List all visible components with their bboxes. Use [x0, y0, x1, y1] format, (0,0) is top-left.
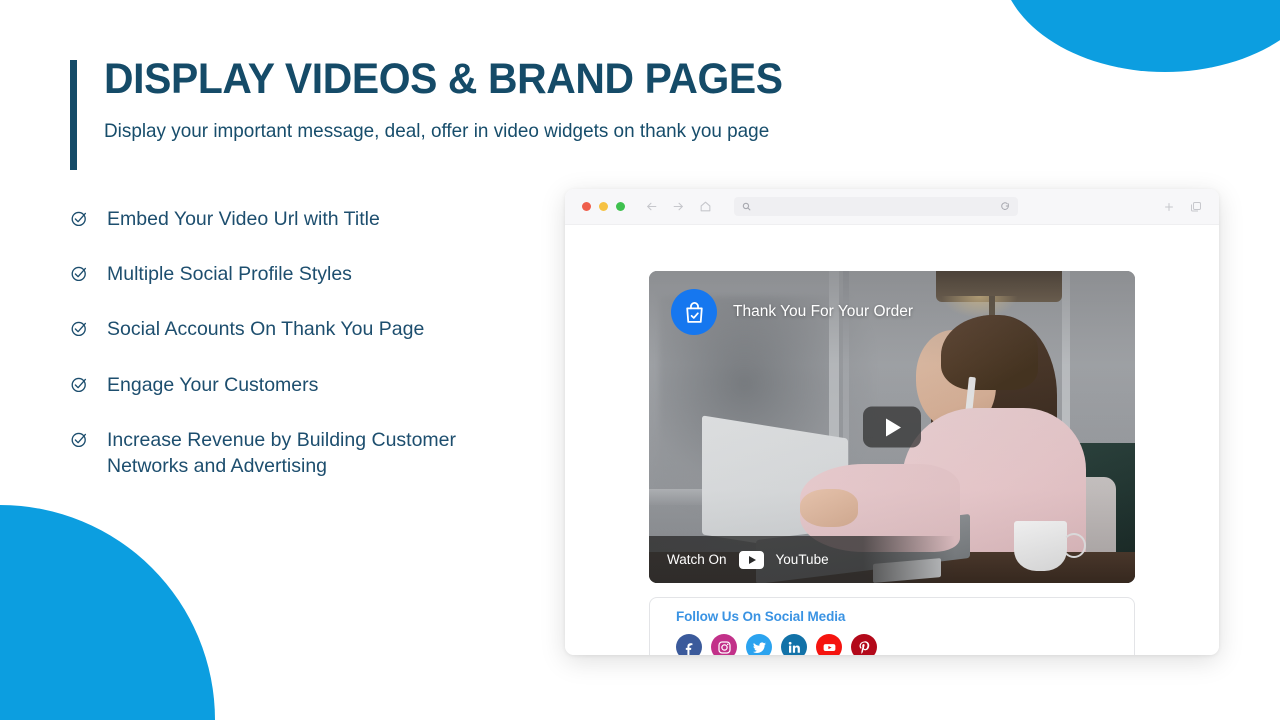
new-tab-plus-icon[interactable] — [1163, 201, 1175, 213]
feature-list: Embed Your Video Url with Title Multiple… — [70, 206, 590, 480]
linkedin-icon[interactable] — [781, 634, 807, 655]
list-item-label: Engage Your Customers — [107, 373, 319, 396]
social-icon-row — [676, 634, 1134, 655]
facebook-icon[interactable] — [676, 634, 702, 655]
browser-address-bar[interactable] — [734, 197, 1018, 216]
browser-viewport: Thank You For Your Order Watch On YouTub… — [565, 225, 1219, 655]
pinterest-icon[interactable] — [851, 634, 877, 655]
list-item: Social Accounts On Thank You Page — [70, 316, 590, 342]
tabs-overview-icon[interactable] — [1190, 201, 1202, 213]
video-widget[interactable]: Thank You For Your Order Watch On YouTub… — [649, 271, 1135, 583]
video-title: Thank You For Your Order — [733, 303, 914, 320]
youtube-label: YouTube — [775, 552, 829, 567]
page-subtitle: Display your important message, deal, of… — [104, 120, 770, 143]
browser-nav-controls — [645, 200, 712, 213]
decorative-blob-bottom-left — [0, 505, 215, 720]
window-close-button[interactable] — [582, 202, 591, 211]
youtube-icon[interactable] — [816, 634, 842, 655]
play-icon[interactable] — [863, 406, 921, 448]
slide-canvas: DISPLAY VIDEOS & BRAND PAGES Display you… — [0, 0, 1280, 720]
list-item-label: Multiple Social Profile Styles — [107, 263, 352, 286]
twitter-icon[interactable] — [746, 634, 772, 655]
browser-toolbar-actions — [1163, 201, 1202, 213]
shopping-bag-check-icon — [671, 289, 717, 335]
home-icon[interactable] — [699, 200, 712, 213]
watch-on-label: Watch On — [667, 552, 727, 567]
list-item-label: Increase Revenue by Building Customer Ne… — [107, 429, 457, 478]
forward-arrow-icon[interactable] — [672, 200, 685, 213]
list-item: Engage Your Customers — [70, 372, 590, 398]
list-item: Increase Revenue by Building Customer Ne… — [70, 427, 590, 480]
check-circle-icon — [70, 209, 89, 228]
social-media-card: Follow Us On Social Media — [649, 597, 1135, 655]
window-maximize-button[interactable] — [616, 202, 625, 211]
browser-toolbar — [565, 189, 1219, 225]
video-brand-header: Thank You For Your Order — [671, 289, 913, 335]
search-icon — [742, 198, 751, 216]
youtube-play-icon — [738, 550, 764, 569]
instagram-icon[interactable] — [711, 634, 737, 655]
list-item: Embed Your Video Url with Title — [70, 206, 590, 232]
address-input[interactable] — [751, 201, 1000, 212]
window-traffic-lights — [582, 202, 625, 211]
browser-window-mockup: Thank You For Your Order Watch On YouTub… — [565, 189, 1219, 655]
list-item: Multiple Social Profile Styles — [70, 261, 590, 287]
social-card-heading: Follow Us On Social Media — [676, 609, 846, 624]
back-arrow-icon[interactable] — [645, 200, 658, 213]
watch-on-youtube-bar[interactable]: Watch On YouTube — [649, 536, 956, 583]
check-circle-icon — [70, 375, 89, 394]
check-circle-icon — [70, 264, 89, 283]
youtube-play-triangle — [748, 555, 756, 564]
window-minimize-button[interactable] — [599, 202, 608, 211]
left-content-column: DISPLAY VIDEOS & BRAND PAGES Display you… — [70, 55, 783, 480]
check-circle-icon — [70, 319, 89, 338]
list-item-label: Embed Your Video Url with Title — [107, 207, 380, 230]
check-circle-icon — [70, 430, 89, 449]
title-accent-bar — [70, 60, 77, 170]
title-block: DISPLAY VIDEOS & BRAND PAGES Display you… — [70, 55, 783, 170]
decorative-blob-top-right — [1000, 0, 1280, 72]
reload-icon[interactable] — [1000, 198, 1010, 216]
play-triangle — [886, 418, 901, 436]
list-item-label: Social Accounts On Thank You Page — [107, 318, 425, 341]
page-title: DISPLAY VIDEOS & BRAND PAGES — [104, 55, 783, 103]
